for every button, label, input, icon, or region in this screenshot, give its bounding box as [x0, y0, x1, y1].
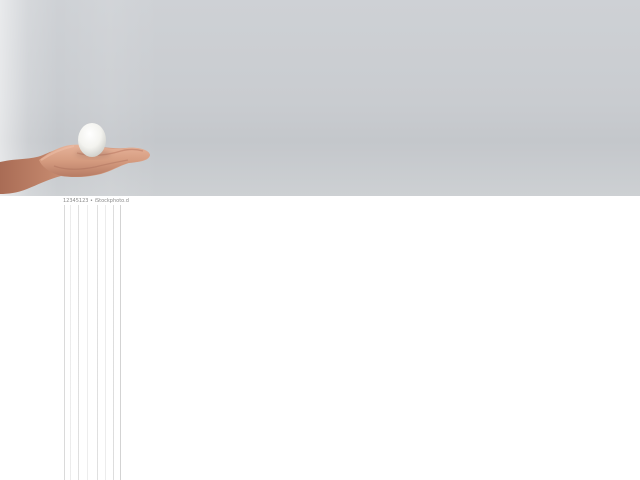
egg-icon — [78, 123, 106, 157]
hero-photo — [0, 0, 640, 196]
empty-content-column — [63, 205, 123, 480]
photo-caption: 12345123 • iStockphoto.de — [63, 198, 129, 204]
hand-holding-egg-photo — [0, 123, 150, 194]
page: 12345123 • iStockphoto.de — [0, 0, 640, 480]
